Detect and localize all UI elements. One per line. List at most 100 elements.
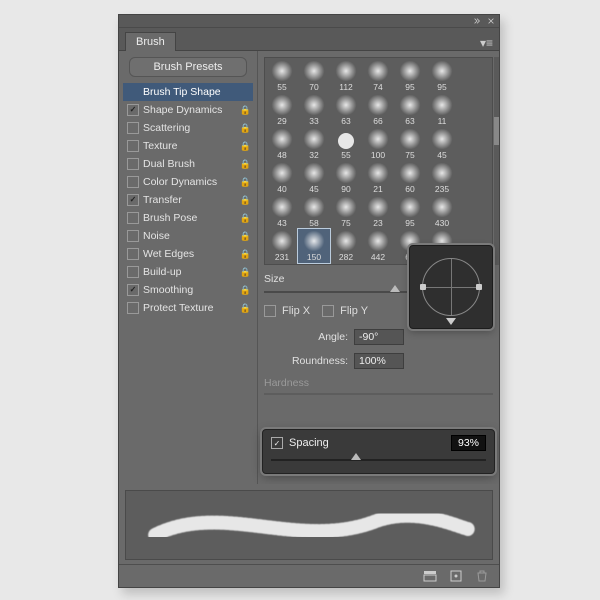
brush-thumb[interactable]: 63 xyxy=(394,93,426,127)
trash-icon[interactable] xyxy=(475,569,489,583)
brush-thumb[interactable]: 95 xyxy=(426,59,458,93)
option-shape-dynamics[interactable]: Shape Dynamics 🔒 xyxy=(123,101,253,119)
brush-thumb[interactable]: 40 xyxy=(266,161,298,195)
option-noise[interactable]: Noise 🔒 xyxy=(123,227,253,245)
brush-thumb[interactable]: 66 xyxy=(362,93,394,127)
option-checkbox[interactable] xyxy=(127,302,139,314)
brush-thumb[interactable]: 23 xyxy=(362,195,394,229)
option-checkbox[interactable] xyxy=(127,230,139,242)
tab-brush[interactable]: Brush xyxy=(125,32,176,51)
brush-thumb[interactable]: 43 xyxy=(266,195,298,229)
flip-x-checkbox[interactable] xyxy=(264,305,276,317)
option-checkbox[interactable] xyxy=(127,284,139,296)
brush-thumb[interactable]: 150 xyxy=(298,229,330,263)
roundness-field[interactable]: 100% xyxy=(354,353,404,369)
lock-icon[interactable]: 🔒 xyxy=(240,249,251,260)
option-label: Shape Dynamics xyxy=(143,104,222,116)
lock-icon[interactable]: 🔒 xyxy=(240,141,251,152)
option-texture[interactable]: Texture🔒 xyxy=(123,137,253,155)
spacing-field[interactable]: 93% xyxy=(451,435,486,451)
option-label: Brush Pose xyxy=(143,212,197,224)
option-checkbox[interactable] xyxy=(127,122,139,134)
brush-thumb[interactable]: 55 xyxy=(266,59,298,93)
option-scattering[interactable]: Scattering🔒 xyxy=(123,119,253,137)
option-build-up[interactable]: Build-up🔒 xyxy=(123,263,253,281)
option-smoothing[interactable]: Smoothing🔒 xyxy=(123,281,253,299)
brush-thumb[interactable]: 55 xyxy=(330,127,362,161)
brush-thumb[interactable]: 282 xyxy=(330,229,362,263)
brush-thumb[interactable]: 74 xyxy=(362,59,394,93)
lock-icon[interactable]: 🔒 xyxy=(240,159,251,170)
option-wet-edges[interactable]: Wet Edges🔒 xyxy=(123,245,253,263)
spacing-slider[interactable] xyxy=(271,455,486,465)
option-brush-pose[interactable]: Brush Pose 🔒 xyxy=(123,209,253,227)
brush-thumb[interactable]: 70 xyxy=(298,59,330,93)
lock-icon[interactable]: 🔒 xyxy=(240,285,251,296)
lock-icon[interactable]: 🔒 xyxy=(240,105,251,116)
hardness-label: Hardness xyxy=(264,377,309,389)
option-checkbox[interactable] xyxy=(127,104,139,116)
brush-thumb[interactable]: 430 xyxy=(426,195,458,229)
brush-thumb-size: 95 xyxy=(405,218,414,228)
lock-icon[interactable]: 🔒 xyxy=(240,177,251,188)
lock-icon[interactable]: 🔒 xyxy=(240,123,251,134)
option-dual-brush[interactable]: Dual Brush 🔒 xyxy=(123,155,253,173)
brush-thumb[interactable]: 90 xyxy=(330,161,362,195)
option-checkbox[interactable] xyxy=(127,248,139,260)
option-checkbox[interactable] xyxy=(127,140,139,152)
brush-thumb-size: 43 xyxy=(277,218,286,228)
toggle-preview-icon[interactable] xyxy=(423,569,437,583)
option-transfer[interactable]: Transfer🔒 xyxy=(123,191,253,209)
brush-thumb[interactable]: 100 xyxy=(362,127,394,161)
lock-icon[interactable]: 🔒 xyxy=(240,267,251,278)
lock-icon[interactable]: 🔒 xyxy=(240,195,251,206)
option-brush-tip-shape[interactable]: Brush Tip Shape xyxy=(123,83,253,101)
brush-thumb[interactable]: 58 xyxy=(298,195,330,229)
brush-thumb[interactable]: 21 xyxy=(362,161,394,195)
brush-thumb[interactable]: 32 xyxy=(298,127,330,161)
new-preset-icon[interactable] xyxy=(449,569,463,583)
brush-thumb[interactable]: 60 xyxy=(394,161,426,195)
flip-y-checkbox[interactable] xyxy=(322,305,334,317)
brush-thumb[interactable]: 33 xyxy=(298,93,330,127)
brush-thumb[interactable]: 112 xyxy=(330,59,362,93)
close-icon[interactable] xyxy=(487,17,495,25)
option-label: Noise xyxy=(143,230,170,242)
brush-thumb[interactable]: 29 xyxy=(266,93,298,127)
brush-presets-button[interactable]: Brush Presets xyxy=(129,57,247,77)
brush-thumb[interactable]: 63 xyxy=(330,93,362,127)
brush-thumb[interactable]: 95 xyxy=(394,195,426,229)
brush-thumbnail-grid[interactable]: 5570112749595293363666311483255100754540… xyxy=(264,57,493,265)
panel-menu-icon[interactable]: ▾≡ xyxy=(474,36,499,50)
brush-thumb[interactable]: 11 xyxy=(426,93,458,127)
brush-thumb[interactable]: 45 xyxy=(298,161,330,195)
lock-icon[interactable]: 🔒 xyxy=(240,231,251,242)
brush-thumb[interactable]: 45 xyxy=(426,127,458,161)
angle-field[interactable]: -90° xyxy=(354,329,404,345)
option-label: Dual Brush xyxy=(143,158,195,170)
option-color-dynamics[interactable]: Color Dynamics🔒 xyxy=(123,173,253,191)
brush-thumb[interactable]: 231 xyxy=(266,229,298,263)
brush-thumb-size: 66 xyxy=(373,116,382,126)
option-checkbox[interactable] xyxy=(127,212,139,224)
thumbnail-scrollbar[interactable] xyxy=(494,57,499,265)
flip-y-label: Flip Y xyxy=(340,305,368,317)
angle-dial-box[interactable] xyxy=(409,245,493,329)
lock-icon[interactable]: 🔒 xyxy=(240,303,251,314)
brush-thumb[interactable]: 442 xyxy=(362,229,394,263)
collapse-icon[interactable] xyxy=(473,17,481,25)
angle-dial[interactable] xyxy=(422,258,480,316)
option-checkbox[interactable] xyxy=(127,194,139,206)
option-checkbox[interactable] xyxy=(127,158,139,170)
option-protect-texture[interactable]: Protect Texture🔒 xyxy=(123,299,253,317)
brush-thumb-size: 100 xyxy=(371,150,385,160)
brush-thumb[interactable]: 48 xyxy=(266,127,298,161)
option-checkbox[interactable] xyxy=(127,176,139,188)
lock-icon[interactable]: 🔒 xyxy=(240,213,251,224)
brush-thumb[interactable]: 235 xyxy=(426,161,458,195)
brush-thumb[interactable]: 75 xyxy=(330,195,362,229)
brush-thumb[interactable]: 95 xyxy=(394,59,426,93)
spacing-checkbox[interactable] xyxy=(271,437,283,449)
option-checkbox[interactable] xyxy=(127,266,139,278)
brush-thumb[interactable]: 75 xyxy=(394,127,426,161)
